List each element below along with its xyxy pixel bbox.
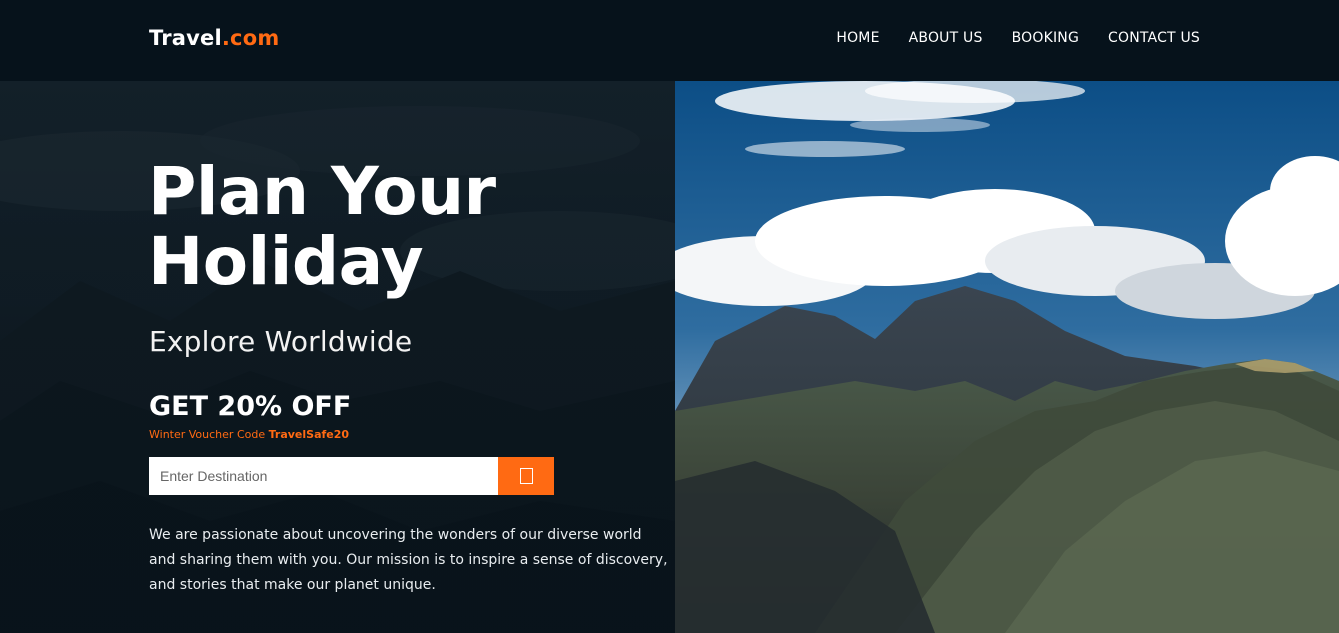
search-button[interactable] [498,457,554,495]
hero-content: Plan Your Holiday Explore Worldwide GET … [0,81,675,633]
nav-contact-us[interactable]: CONTACT US [1108,30,1200,46]
logo-tld: .com [221,26,280,50]
headline-line-2: Holiday [148,223,424,300]
voucher-text: Winter Voucher Code TravelSafe20 [149,428,349,441]
nav-about-us[interactable]: ABOUT US [909,30,983,46]
nav-booking[interactable]: BOOKING [1012,30,1079,46]
mountain-photo [675,81,1339,633]
logo-brand: Travel [149,26,222,50]
hero-subline: Explore Worldwide [149,325,413,358]
hero-headline: Plan Your Holiday [148,157,628,297]
destination-search [149,457,554,495]
voucher-label: Winter Voucher Code [149,428,269,441]
offer-title: GET 20% OFF [149,391,352,422]
hero-description: We are passionate about uncovering the w… [149,527,668,593]
nav-home[interactable]: HOME [836,30,879,46]
voucher-code: TravelSafe20 [268,428,350,441]
destination-input[interactable] [149,457,498,495]
site-header: Travel.com HOME ABOUT US BOOKING CONTACT… [0,0,1339,81]
search-icon [519,468,533,484]
site-logo[interactable]: Travel.com [149,26,279,50]
headline-line-1: Plan Your [148,153,496,230]
main-nav: HOME ABOUT US BOOKING CONTACT US [836,30,1200,46]
hero-mountain-image [675,81,1339,633]
